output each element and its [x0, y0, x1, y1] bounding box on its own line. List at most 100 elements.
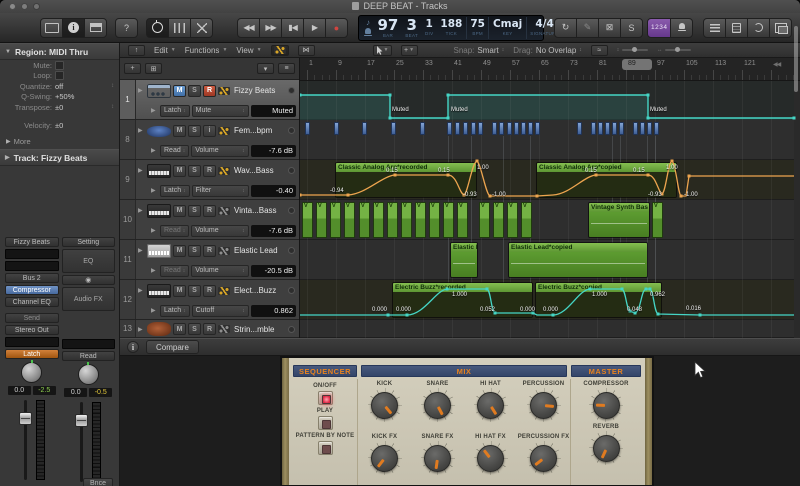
track-solo-button[interactable]: S: [188, 244, 201, 257]
add-track-button[interactable]: +: [124, 63, 141, 74]
track-name[interactable]: Wav...Bass: [234, 166, 286, 175]
disclosure-triangle-icon[interactable]: ▶: [138, 247, 145, 254]
track-sort-button[interactable]: ≡: [278, 63, 295, 74]
disclosure-triangle-icon[interactable]: ▶: [138, 326, 145, 333]
volume-fader[interactable]: [75, 402, 89, 486]
send-label[interactable]: Send: [5, 313, 59, 323]
checkbox[interactable]: [55, 60, 64, 70]
automation-mode-button[interactable]: Read ↕: [160, 144, 190, 157]
midi-clip[interactable]: V: [387, 202, 398, 238]
disclosure-triangle-icon[interactable]: ▶: [151, 107, 158, 114]
pan-value[interactable]: 0.0: [64, 388, 88, 397]
percussion-fx-knob[interactable]: [530, 444, 557, 472]
kick-fx-knob[interactable]: [371, 444, 398, 472]
bus-send-slot[interactable]: Bus 2: [5, 273, 59, 283]
disclosure-triangle-icon[interactable]: ▶: [151, 307, 158, 314]
automation-parameter-button[interactable]: Volume ↕: [191, 144, 249, 157]
midi-region[interactable]: Classic Analog Arp*recorded: [335, 162, 477, 198]
snare-fx-knob[interactable]: [424, 444, 451, 472]
track-zoom-presets-button[interactable]: ▾: [257, 63, 274, 74]
stepper-icon[interactable]: ↕: [111, 104, 114, 110]
stop-button[interactable]: ▮◀: [281, 17, 304, 38]
titlebar[interactable]: DEEP BEAT - Tracks: [0, 0, 800, 13]
disclosure-triangle-icon[interactable]: ▶: [151, 227, 158, 234]
audio-clip[interactable]: [577, 122, 582, 135]
snap-menu[interactable]: Smart: [477, 46, 498, 55]
volume-fader[interactable]: [18, 400, 32, 484]
play-button[interactable]: ▶: [303, 17, 326, 38]
audio-clip[interactable]: [654, 122, 659, 135]
quick-help-button[interactable]: ?: [115, 17, 138, 38]
track-mute-button[interactable]: M: [173, 323, 186, 335]
track-solo-button[interactable]: S: [188, 164, 201, 177]
track-header-row[interactable]: 10 ▶ M S R Vinta...Bass ▶ Read ↕ Volume ↕ -7.6 dB: [120, 200, 299, 240]
vertical-scrollbar[interactable]: [794, 26, 798, 92]
automation-parameter-button[interactable]: Mute ↕: [191, 104, 249, 117]
reverb-knob[interactable]: [592, 434, 620, 462]
audio-clip[interactable]: [455, 122, 460, 135]
record-button[interactable]: ●: [325, 17, 348, 38]
snare-knob[interactable]: [424, 391, 451, 419]
horizontal-zoom-slider[interactable]: ↔: [657, 47, 692, 53]
audio-clip[interactable]: [535, 122, 540, 135]
count-in-button[interactable]: 1234: [647, 17, 672, 38]
audio-clip[interactable]: [305, 122, 310, 135]
midi-clip[interactable]: V: [302, 202, 313, 238]
track-solo-button[interactable]: S: [188, 204, 201, 217]
audio-clip[interactable]: [640, 122, 645, 135]
region-inspector-header[interactable]: ▼ Region: MIDI Thru: [0, 43, 119, 60]
disclosure-triangle-icon[interactable]: ▶: [138, 287, 145, 294]
midi-clip[interactable]: V: [415, 202, 426, 238]
catch-playhead-button[interactable]: ↑: [128, 44, 145, 56]
strip-name-button[interactable]: Fizzy Beats: [5, 237, 59, 247]
track-name[interactable]: Elect...Buzz: [234, 286, 286, 295]
audio-clip[interactable]: [591, 122, 596, 135]
track-record-button[interactable]: R: [203, 164, 216, 177]
eq-thumbnail-slot[interactable]: [5, 261, 59, 271]
lcd-tick[interactable]: 188 tick: [437, 17, 466, 39]
automation-value[interactable]: -7.6 dB: [250, 144, 296, 157]
lcd-display[interactable]: ♪ 97 bar 3 beat 1 div 188 tick 75 bpm Cmaj key…: [358, 14, 559, 41]
audio-clip[interactable]: [633, 122, 638, 135]
hi-hat-knob[interactable]: [477, 391, 504, 419]
track-lane[interactable]: [300, 80, 794, 120]
compressor-plugin-slot[interactable]: Compressor: [5, 285, 59, 295]
disclosure-triangle-icon[interactable]: ▶: [138, 127, 145, 134]
lcd-beat[interactable]: 3 beat: [402, 17, 422, 39]
automation-parameter-button[interactable]: Filter ↕: [191, 184, 249, 197]
track-mute-button[interactable]: M: [173, 204, 186, 217]
group-slot[interactable]: [61, 339, 115, 349]
input-monitor-button[interactable]: i: [203, 124, 216, 137]
midi-region[interactable]: Elastic L: [450, 242, 478, 278]
track-header-row[interactable]: 8 ▶ M Si Fem...bpm ▶ Read ↕ Volume ↕ -7.6 dB: [120, 120, 299, 160]
region-more-toggle[interactable]: ▶ More: [0, 135, 119, 147]
compare-button[interactable]: Compare: [146, 340, 199, 354]
audio-clip[interactable]: [391, 122, 396, 135]
strip-icon-button[interactable]: ◉: [61, 275, 115, 285]
automation-mode-button[interactable]: Read: [61, 351, 115, 361]
sequencer-play-button[interactable]: [317, 416, 333, 430]
track-mute-button[interactable]: M: [173, 284, 186, 297]
mixer-button[interactable]: [168, 17, 191, 38]
forward-button[interactable]: ▶▶: [259, 17, 282, 38]
track-solo-button[interactable]: S: [188, 124, 201, 137]
audio-clip[interactable]: [521, 122, 526, 135]
flex-button[interactable]: ⋈: [297, 44, 315, 56]
track-name[interactable]: Vinta...Bass: [234, 206, 286, 215]
disclosure-triangle-icon[interactable]: ▶: [138, 167, 145, 174]
audio-fx-slot[interactable]: Audio FX: [61, 287, 115, 311]
group-slot[interactable]: [5, 337, 59, 347]
library-button[interactable]: [40, 17, 63, 38]
autopunch-button[interactable]: ✎: [576, 17, 599, 38]
track-record-button[interactable]: R: [203, 323, 216, 335]
lcd-key[interactable]: Cmaj key: [488, 16, 525, 39]
solo-mode-button[interactable]: S: [620, 17, 643, 38]
percussion-knob[interactable]: [530, 391, 557, 419]
region-parameter-value[interactable]: off: [55, 82, 63, 91]
show-automation-button[interactable]: [270, 44, 289, 56]
eq-thumbnail-slot[interactable]: [5, 249, 59, 259]
eq-slot[interactable]: EQ: [61, 249, 115, 273]
midi-clip[interactable]: V: [652, 202, 663, 238]
waveform-zoom-button[interactable]: ≈: [590, 44, 608, 56]
automation-value[interactable]: -0.40: [250, 184, 296, 197]
